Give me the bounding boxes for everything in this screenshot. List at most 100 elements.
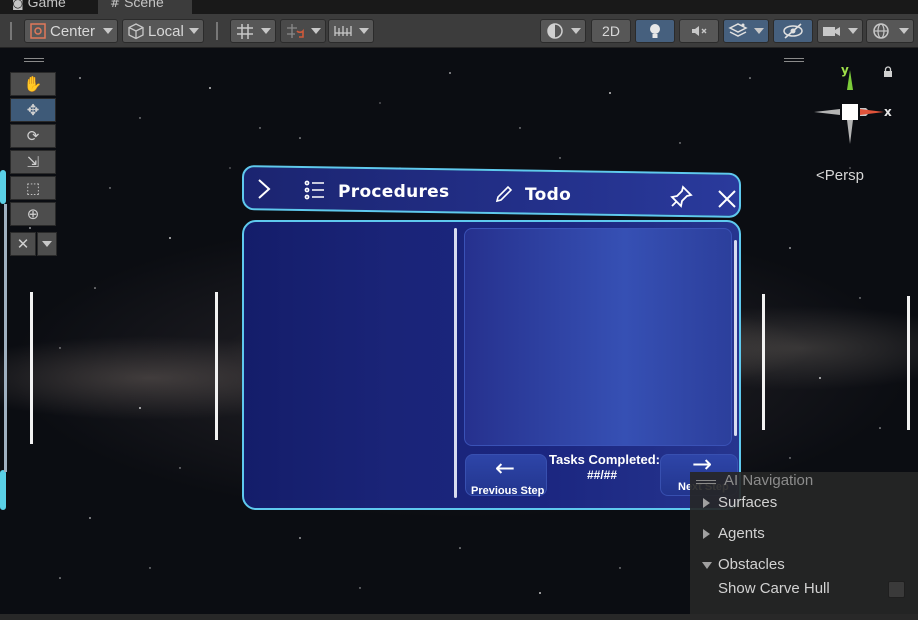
ai-navigation-title: AI Navigation (724, 472, 814, 489)
show-carve-hull-label: Show Carve Hull (718, 580, 830, 597)
gizmo-sphere-icon (873, 23, 889, 39)
toolbar-grip[interactable] (216, 22, 218, 40)
transform-icon: ⊕ (26, 205, 40, 223)
tab-scene[interactable]: # Scene (110, 0, 164, 9)
pivot-mode-dropdown[interactable]: Center (24, 19, 118, 43)
procedures-title[interactable]: Procedures (338, 182, 449, 202)
grid-icon (237, 24, 253, 39)
expand-arrow-icon[interactable] (703, 498, 710, 508)
snap-magnet-icon (287, 24, 304, 38)
eye-hidden-icon (783, 23, 803, 39)
obstacles-foldout[interactable]: Obstacles (718, 556, 785, 573)
lighting-toggle[interactable] (635, 19, 675, 43)
pin-icon[interactable] (668, 184, 694, 210)
gizmo-axis-x-label: x (884, 105, 892, 119)
pivot-rotation-dropdown[interactable]: Local (122, 19, 204, 43)
chevron-down-icon (571, 28, 581, 34)
scene-white-bar (762, 294, 765, 430)
chevron-down-icon (848, 28, 858, 34)
transform-tool-button[interactable]: ⊕ (10, 202, 56, 226)
rotate-icon: ⟳ (26, 127, 40, 145)
chevron-down-icon (899, 28, 909, 34)
todo-title[interactable]: Todo (525, 185, 571, 205)
rotate-tool-button[interactable]: ⟳ (10, 124, 56, 148)
grid-snapping-dropdown[interactable] (280, 19, 326, 43)
audio-toggle[interactable] (679, 19, 719, 43)
collapse-arrow-icon[interactable] (702, 562, 712, 569)
surfaces-foldout[interactable]: Surfaces (718, 494, 777, 511)
game-controller-icon: ◙ (12, 0, 24, 10)
chevron-down-icon (261, 28, 271, 34)
scene-white-bar (30, 292, 33, 444)
move-arrows-icon: ✥ (26, 101, 40, 119)
effects-dropdown[interactable] (723, 19, 769, 43)
close-icon[interactable] (716, 188, 738, 210)
scene-toolbar: Center Local 2D (0, 14, 918, 48)
tab-game-label: Game (27, 0, 66, 10)
hand-icon: ✋ (23, 75, 43, 93)
arrow-left-icon: ← (495, 454, 516, 482)
viewport-bottom-border (0, 614, 918, 620)
camera-icon (823, 27, 840, 36)
chevron-down-icon (754, 28, 764, 34)
tools-wrench-icon: ✕ (16, 235, 30, 253)
previous-step-label: Previous Step (471, 485, 545, 497)
todo-content-pane (464, 228, 732, 446)
rect-tool-button[interactable]: ⬚ (10, 176, 56, 200)
speaker-muted-icon (692, 26, 707, 36)
layers-effects-icon (728, 23, 748, 37)
orientation-gizmo[interactable]: y x (806, 62, 894, 152)
agents-foldout[interactable]: Agents (718, 525, 765, 542)
selection-edge-segment (0, 470, 6, 510)
toolbar-grip[interactable] (10, 22, 12, 40)
tasks-completed-label: Tasks Completed: (549, 452, 661, 467)
tasks-completed-value: ##/## (587, 468, 618, 482)
chevron-down-icon (359, 28, 369, 34)
shading-mode-icon (547, 23, 563, 39)
expand-arrow-icon[interactable] (703, 529, 710, 539)
procedure-list-scrollbar[interactable] (454, 228, 457, 498)
tab-game[interactable]: ◙ Game (12, 0, 66, 9)
pivot-center-icon (30, 23, 46, 39)
custom-tool-button[interactable]: ✕ (10, 232, 36, 256)
cube-local-icon (128, 23, 144, 40)
chevron-down-icon (311, 28, 321, 34)
scale-tool-button[interactable]: ⇲ (10, 150, 56, 174)
scene-visibility-toggle[interactable] (773, 19, 813, 43)
camera-settings-dropdown[interactable] (817, 19, 863, 43)
toggle-2d-label: 2D (602, 23, 620, 39)
show-carve-hull-checkbox[interactable] (888, 581, 905, 598)
orientation-overlay-handle[interactable] (784, 58, 804, 62)
pivot-mode-label: Center (50, 22, 96, 40)
todo-scrollbar[interactable] (734, 240, 737, 436)
tools-overlay-handle[interactable] (24, 58, 44, 62)
custom-tool-dropdown[interactable] (37, 232, 57, 256)
scene-object-edge (4, 204, 7, 472)
scene-white-bar (215, 292, 218, 440)
projection-label[interactable]: <Persp (816, 167, 864, 184)
scene-white-bar (907, 296, 910, 430)
draw-mode-dropdown[interactable] (540, 19, 586, 43)
pivot-rotation-label: Local (148, 22, 184, 40)
gizmo-axis-y-label: y (841, 63, 849, 77)
increment-snap-dropdown[interactable] (328, 19, 374, 43)
chevron-down-icon (42, 241, 52, 247)
toggle-2d-button[interactable]: 2D (591, 19, 631, 43)
hash-icon: # (110, 0, 121, 10)
chevron-down-icon (103, 28, 113, 34)
grid-visibility-dropdown[interactable] (230, 19, 276, 43)
expand-chevron-icon[interactable] (256, 178, 272, 200)
ruler-icon (334, 26, 352, 36)
selection-edge-segment (0, 170, 6, 204)
lightbulb-icon (650, 24, 660, 38)
editor-tab-strip: ◙ Game # Scene (0, 0, 918, 14)
rect-transform-icon: ⬚ (25, 179, 41, 197)
pencil-icon (495, 185, 513, 203)
chevron-down-icon (189, 28, 199, 34)
move-tool-button[interactable]: ✥ (10, 98, 56, 122)
scale-icon: ⇲ (26, 153, 40, 171)
list-icon (304, 180, 324, 200)
hand-tool-button[interactable]: ✋ (10, 72, 56, 96)
ai-navigation-overlay-handle[interactable] (696, 480, 716, 484)
gizmos-dropdown[interactable] (866, 19, 914, 43)
